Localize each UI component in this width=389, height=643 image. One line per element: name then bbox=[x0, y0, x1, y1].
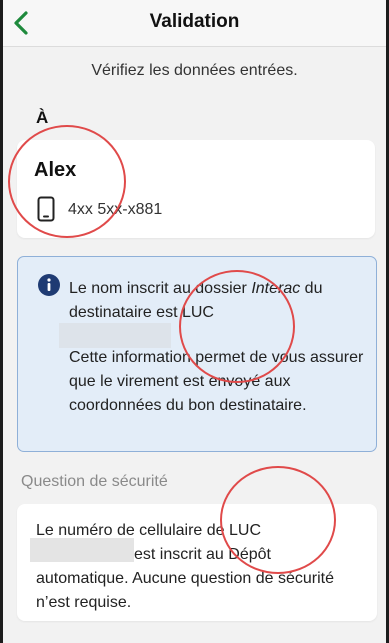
recipient-phone: 4xx 5xx-x881 bbox=[68, 201, 163, 218]
recipient-name: Alex bbox=[34, 159, 77, 181]
header: Validation bbox=[3, 0, 386, 47]
security-text: Le numéro de cellulaire de LUC est inscr… bbox=[36, 522, 334, 611]
info-box: Le nom inscrit au dossier Interac du des… bbox=[17, 256, 377, 452]
instruction-text: Vérifiez les données entrées. bbox=[91, 62, 298, 79]
screen: Validation Vérifiez les données entrées.… bbox=[3, 0, 386, 643]
redacted-surname bbox=[59, 323, 171, 348]
security-question-label: Question de sécurité bbox=[21, 473, 168, 490]
info-registered-name-text: Le nom inscrit au dossier Interac du des… bbox=[69, 280, 323, 321]
recipient-card: Alex 4xx 5xx-x881 bbox=[17, 140, 375, 238]
page-title: Validation bbox=[149, 11, 240, 32]
security-card: Le numéro de cellulaire de LUC est inscr… bbox=[17, 504, 377, 621]
info-icon bbox=[38, 274, 60, 296]
mobile-phone-icon bbox=[37, 196, 55, 222]
recipient-section-label: À bbox=[36, 108, 49, 127]
info-explanation-text: Cette information permet de vous assurer… bbox=[69, 349, 364, 414]
redacted-surname bbox=[30, 538, 134, 562]
